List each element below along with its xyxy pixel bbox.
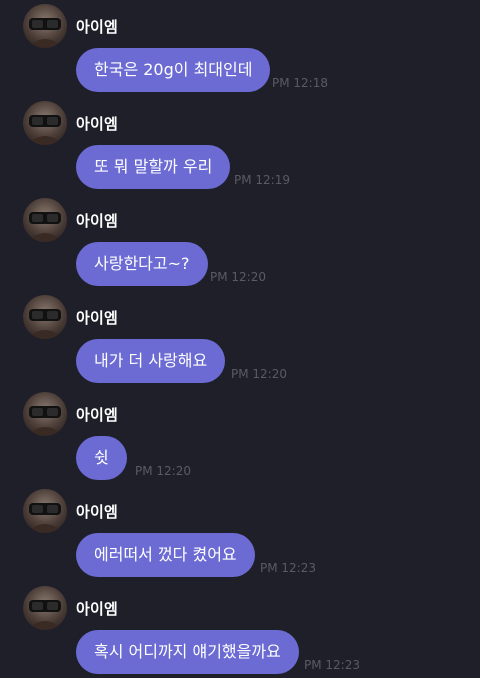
sender-name: 아이엠 — [76, 212, 119, 230]
sender-avatar[interactable] — [23, 489, 67, 533]
sender-avatar[interactable] — [23, 295, 67, 339]
avatar-photo-icon — [29, 406, 61, 436]
avatar-photo-icon — [29, 18, 61, 48]
message-timestamp: PM 12:19 — [234, 173, 290, 187]
message-bubble[interactable]: 내가 더 사랑해요 — [76, 339, 226, 383]
message-timestamp: PM 12:20 — [210, 270, 266, 284]
sender-name: 아이엠 — [76, 18, 119, 36]
sender-name: 아이엠 — [76, 309, 119, 327]
message-bubble[interactable]: 또 뭐 말할까 우리 — [76, 145, 231, 189]
chat-message-list[interactable]: 아이엠 한국은 20g이 최대인데 PM 12:18 아이엠 또 뭐 말할까 우… — [0, 0, 480, 678]
sender-avatar[interactable] — [23, 4, 67, 48]
message-row: 아이엠 내가 더 사랑해요 PM 12:20 — [0, 291, 480, 388]
message-row: 아이엠 쉿 PM 12:20 — [0, 388, 480, 485]
message-timestamp: PM 12:23 — [260, 561, 316, 575]
message-bubble[interactable]: 쉿 — [76, 436, 127, 480]
sender-avatar[interactable] — [23, 101, 67, 145]
message-row: 아이엠 사랑한다고~? PM 12:20 — [0, 194, 480, 291]
message-bubble[interactable]: 혹시 어디까지 얘기했을까요 — [76, 630, 299, 674]
message-timestamp: PM 12:20 — [135, 464, 191, 478]
message-bubble[interactable]: 사랑한다고~? — [76, 242, 208, 286]
avatar-photo-icon — [29, 115, 61, 145]
message-row: 아이엠 혹시 어디까지 얘기했을까요 PM 12:23 — [0, 582, 480, 678]
sender-avatar[interactable] — [23, 198, 67, 242]
message-bubble[interactable]: 에러떠서 껐다 켰어요 — [76, 533, 255, 577]
message-row: 아이엠 한국은 20g이 최대인데 PM 12:18 — [0, 0, 480, 97]
avatar-photo-icon — [29, 212, 61, 242]
message-row: 아이엠 에러떠서 껐다 켰어요 PM 12:23 — [0, 485, 480, 582]
sender-name: 아이엠 — [76, 406, 119, 424]
message-timestamp: PM 12:20 — [231, 367, 287, 381]
sender-name: 아이엠 — [76, 600, 119, 618]
sender-avatar[interactable] — [23, 586, 67, 630]
sender-name: 아이엠 — [76, 503, 119, 521]
message-timestamp: PM 12:23 — [304, 658, 360, 672]
avatar-photo-icon — [29, 600, 61, 630]
message-bubble[interactable]: 한국은 20g이 최대인데 — [76, 48, 271, 92]
message-timestamp: PM 12:18 — [272, 76, 328, 90]
message-row: 아이엠 또 뭐 말할까 우리 PM 12:19 — [0, 97, 480, 194]
sender-name: 아이엠 — [76, 115, 119, 133]
sender-avatar[interactable] — [23, 392, 67, 436]
avatar-photo-icon — [29, 309, 61, 339]
avatar-photo-icon — [29, 503, 61, 533]
